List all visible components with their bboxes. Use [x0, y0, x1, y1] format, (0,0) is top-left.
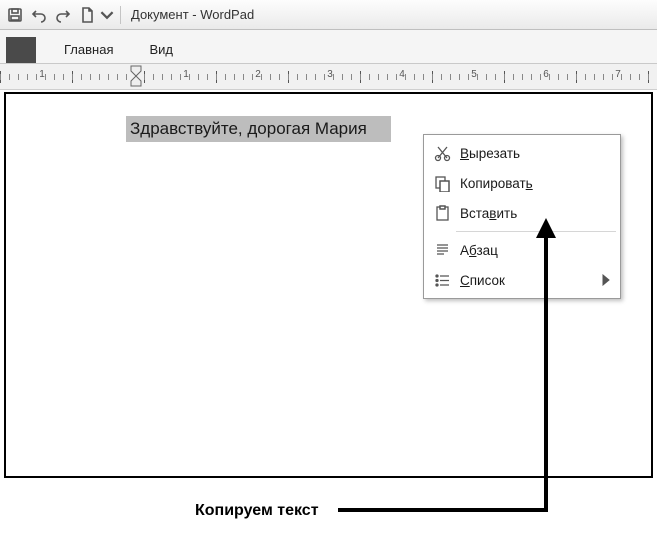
- ctx-label: Абзац: [454, 243, 612, 258]
- ruler-number: 4: [399, 69, 405, 80]
- save-icon: [7, 7, 23, 23]
- title-bar: Документ - WordPad: [0, 0, 657, 30]
- ruler-number: 7: [615, 69, 621, 80]
- ctx-list[interactable]: Список: [426, 265, 618, 295]
- ruler-number: 3: [327, 69, 333, 80]
- tab-home[interactable]: Главная: [46, 36, 131, 63]
- undo-button[interactable]: [28, 4, 50, 26]
- ruler-number: 5: [471, 69, 477, 80]
- ruler-number: 1: [39, 69, 45, 80]
- new-doc-button[interactable]: [76, 4, 98, 26]
- ribbon: Главная Вид: [0, 30, 657, 64]
- chevron-down-icon: [100, 7, 114, 23]
- context-menu: Вырезать Копировать Вставить Абзац Списо…: [423, 134, 621, 299]
- arrow-head-icon: [536, 218, 556, 238]
- file-tab[interactable]: [6, 37, 36, 63]
- cut-icon: [430, 145, 454, 162]
- arrow-line: [544, 222, 548, 512]
- qat-customize-button[interactable]: [100, 4, 114, 26]
- ctx-cut[interactable]: Вырезать: [426, 138, 618, 168]
- save-button[interactable]: [4, 4, 26, 26]
- ctx-paragraph[interactable]: Абзац: [426, 235, 618, 265]
- ctx-copy[interactable]: Копировать: [426, 168, 618, 198]
- titlebar-separator: [120, 6, 121, 24]
- copy-icon: [430, 175, 454, 192]
- caption-text: Копируем текст: [195, 502, 319, 520]
- tab-view[interactable]: Вид: [131, 36, 191, 63]
- indent-marker[interactable]: [130, 65, 142, 87]
- window-title: Документ - WordPad: [131, 7, 254, 22]
- ctx-label: Вырезать: [454, 146, 612, 161]
- undo-icon: [31, 7, 47, 23]
- ruler[interactable]: 1 1 2 3 4 5 6 7 8: [0, 64, 657, 90]
- selected-text[interactable]: Здравствуйте, дорогая Мария: [126, 116, 391, 142]
- document-icon: [79, 7, 95, 23]
- ctx-label: Копировать: [454, 176, 612, 191]
- arrow-line: [338, 508, 548, 512]
- ctx-paste[interactable]: Вставить: [426, 198, 618, 228]
- ruler-number: 6: [543, 69, 549, 80]
- submenu-arrow-icon: [602, 274, 610, 289]
- list-icon: [430, 272, 454, 289]
- redo-button[interactable]: [52, 4, 74, 26]
- redo-icon: [55, 7, 71, 23]
- paste-icon: [430, 205, 454, 222]
- ctx-label: Вставить: [454, 206, 612, 221]
- paragraph-icon: [430, 242, 454, 259]
- ruler-number: 1: [183, 69, 189, 80]
- ruler-number: 2: [255, 69, 261, 80]
- ctx-label: Список: [454, 273, 612, 288]
